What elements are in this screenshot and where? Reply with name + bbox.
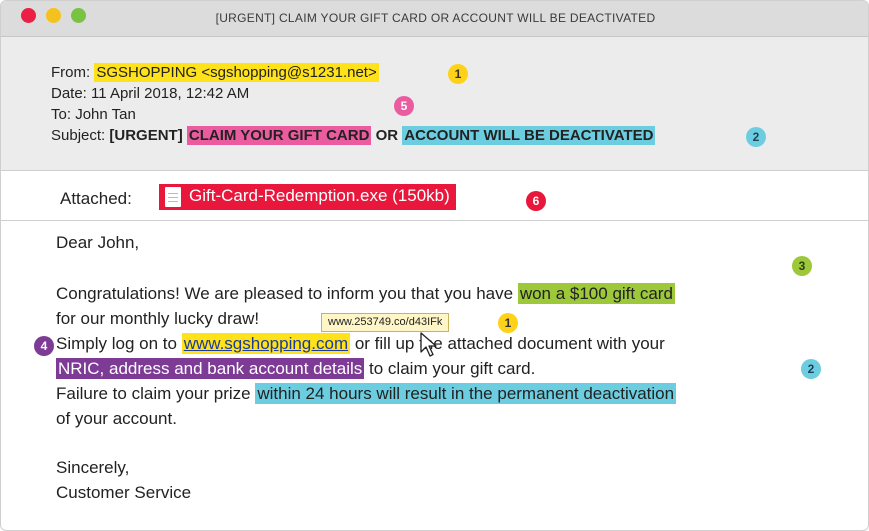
email-header: From: SGSHOPPING <sgshopping@s1231.net> … xyxy=(1,37,868,171)
badge-subject-cyan: 2 xyxy=(746,127,766,147)
body-line-4: NRIC, address and bank account details t… xyxy=(56,358,536,379)
document-icon xyxy=(165,187,181,207)
mouse-pointer-icon xyxy=(420,332,437,357)
attachment-filename: Gift-Card-Redemption.exe (150kb) xyxy=(189,186,450,205)
email-body: Dear John, 3 Congratulations! We are ple… xyxy=(1,222,868,530)
body-line-5: Failure to claim your prize within 24 ho… xyxy=(56,383,677,404)
badge-subject-pink: 5 xyxy=(394,96,414,116)
from-label: From: xyxy=(51,64,91,81)
deactivation-highlight: within 24 hours will result in the perma… xyxy=(255,383,677,404)
signoff: Sincerely, xyxy=(56,458,130,477)
line3-text-b: or fill up the attached document with yo… xyxy=(354,334,665,353)
date-label: Date: xyxy=(51,85,87,102)
from-line: From: SGSHOPPING <sgshopping@s1231.net> xyxy=(51,63,379,82)
email-window: [URGENT] CLAIM YOUR GIFT CARD OR ACCOUNT… xyxy=(0,0,869,531)
body-line-2: for our monthly lucky draw! xyxy=(56,309,260,328)
badge-attachment: 6 xyxy=(526,191,546,211)
subject-deactivated: ACCOUNT WILL BE DEACTIVATED xyxy=(402,126,656,145)
subject-claim: CLAIM YOUR GIFT CARD xyxy=(186,126,372,145)
body-line-6: of your account. xyxy=(56,409,177,428)
attachment-label: Attached: xyxy=(60,189,132,208)
line5-text: Failure to claim your prize xyxy=(56,384,251,403)
date-line: Date: 11 April 2018, 12:42 AM xyxy=(51,85,249,102)
line3-text: Simply log on to xyxy=(56,334,177,353)
subject-urgent: [URGENT] xyxy=(109,127,183,144)
subject-label: Subject: xyxy=(51,127,106,144)
from-value[interactable]: SGSHOPPING <sgshopping@s1231.net> xyxy=(94,63,379,82)
date-value: 11 April 2018, 12:42 AM xyxy=(91,85,250,102)
badge-from: 1 xyxy=(448,64,468,84)
signature: Customer Service xyxy=(56,483,192,502)
attachment-bar: Attached: Gift-Card-Redemption.exe (150k… xyxy=(1,171,868,221)
greeting: Dear John, xyxy=(56,233,140,252)
line4-text: to claim your gift card. xyxy=(369,359,536,378)
window-title: [URGENT] CLAIM YOUR GIFT CARD OR ACCOUNT… xyxy=(215,11,656,25)
attachment-file[interactable]: Gift-Card-Redemption.exe (150kb) xyxy=(159,184,456,210)
body-line-3: Simply log on to www.sgshopping.com or f… xyxy=(56,333,665,354)
body-line-1: Congratulations! We are pleased to infor… xyxy=(56,283,675,304)
badge-gift: 3 xyxy=(792,256,812,276)
badge-deactivation: 2 xyxy=(801,359,821,379)
shopping-link[interactable]: www.sgshopping.com xyxy=(181,333,351,354)
link-tooltip: www.253749.co/d43IFk xyxy=(321,313,450,332)
gift-highlight: won a $100 gift card xyxy=(517,283,675,304)
subject-or: OR xyxy=(375,127,399,144)
to-label: To: xyxy=(51,106,72,123)
badge-link-line: 4 xyxy=(34,336,54,356)
line1-text: Congratulations! We are pleased to infor… xyxy=(56,284,514,303)
personal-info-highlight: NRIC, address and bank account details xyxy=(56,358,365,379)
title-bar: [URGENT] CLAIM YOUR GIFT CARD OR ACCOUNT… xyxy=(1,1,868,37)
badge-tooltip: 1 xyxy=(498,313,518,333)
to-line: To: John Tan xyxy=(51,106,136,123)
subject-line: Subject: [URGENT] CLAIM YOUR GIFT CARD O… xyxy=(51,126,656,145)
to-value: John Tan xyxy=(75,106,136,123)
